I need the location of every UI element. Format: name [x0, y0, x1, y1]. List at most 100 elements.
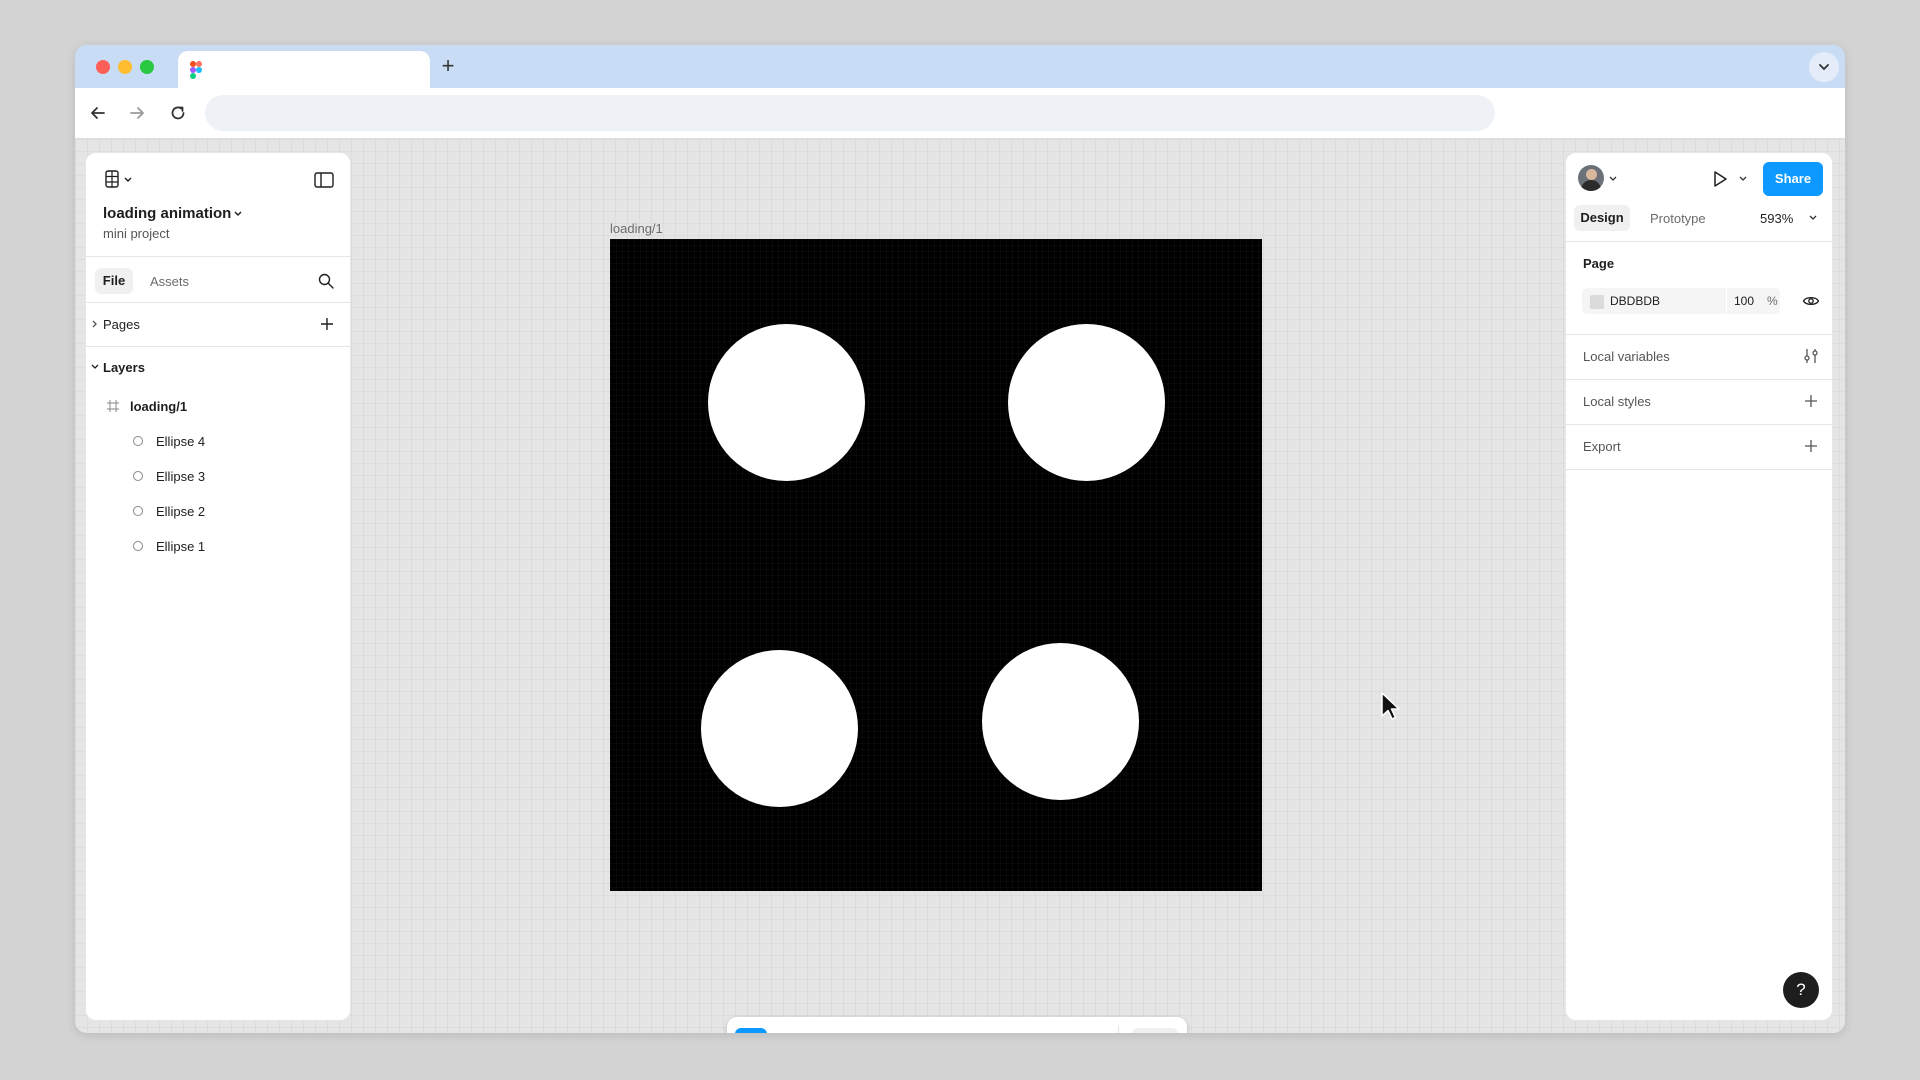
dev-mode-icon — [1132, 1028, 1164, 1033]
minimize-window-button[interactable] — [118, 60, 132, 74]
reload-icon[interactable] — [167, 102, 189, 124]
new-tab-icon[interactable]: + — [437, 55, 459, 77]
project-name[interactable]: mini project — [103, 226, 169, 241]
layer-label: Ellipse 1 — [156, 539, 206, 554]
divider — [1726, 288, 1727, 314]
tab-assets[interactable]: Assets — [150, 274, 189, 289]
ellipse-icon — [133, 506, 143, 516]
ellipse-tool-icon — [858, 1028, 890, 1033]
canvas-frame[interactable] — [610, 239, 1262, 891]
text-tool[interactable] — [983, 1028, 1015, 1033]
actions-tool[interactable] — [1070, 1028, 1102, 1033]
ellipse-icon — [133, 436, 143, 446]
layer-row-frame[interactable]: loading/1 — [86, 391, 350, 421]
tab-prototype[interactable]: Prototype — [1650, 211, 1706, 226]
browser-window: + loading animation mini project File As… — [75, 45, 1845, 1033]
tab-design[interactable]: Design — [1574, 205, 1630, 231]
chevron-down-icon[interactable] — [1608, 175, 1618, 183]
export-label[interactable]: Export — [1583, 439, 1621, 454]
search-icon[interactable] — [318, 273, 334, 289]
layer-row-ellipse-1[interactable]: Ellipse 1 — [86, 531, 350, 561]
right-sidebar: Share Design Prototype 593% Page DBDBDB … — [1566, 153, 1832, 1020]
layer-label: loading/1 — [130, 399, 188, 414]
layer-row-ellipse-4[interactable]: Ellipse 4 — [86, 426, 350, 456]
back-icon[interactable] — [87, 102, 109, 124]
divider — [86, 256, 350, 257]
main-menu-icon[interactable] — [104, 170, 136, 190]
divider — [86, 346, 350, 347]
layer-label: Ellipse 4 — [156, 434, 206, 449]
share-button[interactable]: Share — [1763, 162, 1823, 196]
opacity-unit: % — [1767, 294, 1778, 308]
tab-bar: + — [75, 45, 1845, 88]
move-tool-icon — [735, 1028, 767, 1033]
pen-tool-icon — [920, 1028, 952, 1033]
add-export-icon[interactable] — [1803, 438, 1819, 454]
ellipse-1[interactable] — [982, 643, 1139, 800]
help-button[interactable]: ? — [1783, 972, 1819, 1008]
divider — [1566, 424, 1832, 425]
browser-toolbar — [75, 88, 1845, 139]
add-page-icon[interactable] — [319, 316, 335, 332]
layer-label: Ellipse 3 — [156, 469, 206, 484]
avatar[interactable] — [1578, 165, 1604, 191]
ellipse-tool[interactable] — [858, 1028, 890, 1033]
local-styles-label[interactable]: Local styles — [1583, 394, 1651, 409]
mouse-cursor-icon — [1381, 692, 1400, 720]
variables-icon[interactable] — [1802, 347, 1820, 365]
favicon-icon — [190, 61, 202, 79]
pages-section-label[interactable]: Pages — [103, 317, 140, 332]
text-tool-icon — [983, 1028, 1015, 1033]
divider — [1566, 379, 1832, 380]
figma-app: loading animation mini project File Asse… — [75, 139, 1845, 1033]
frame-tool[interactable] — [797, 1028, 829, 1033]
play-icon[interactable] — [1711, 169, 1729, 189]
layer-row-ellipse-3[interactable]: Ellipse 3 — [86, 461, 350, 491]
comment-tool-icon — [1026, 1028, 1058, 1033]
divider — [1118, 1025, 1119, 1033]
bottom-toolbar — [727, 1017, 1187, 1033]
maximize-window-button[interactable] — [140, 60, 154, 74]
chevron-down-icon[interactable] — [233, 210, 243, 218]
ellipse-3[interactable] — [1008, 324, 1165, 481]
comment-tool[interactable] — [1026, 1028, 1058, 1033]
browser-tab[interactable] — [178, 51, 430, 88]
chevron-down-icon[interactable] — [1808, 214, 1818, 222]
frame-icon — [107, 400, 119, 412]
layers-section-label[interactable]: Layers — [103, 360, 145, 375]
left-sidebar: loading animation mini project File Asse… — [86, 153, 350, 1020]
move-tool[interactable] — [735, 1028, 767, 1033]
frame-title[interactable]: loading/1 — [610, 221, 663, 236]
ellipse-icon — [133, 541, 143, 551]
chevron-right-icon[interactable] — [91, 319, 99, 329]
actions-icon — [1070, 1028, 1102, 1033]
page-color-field[interactable]: DBDBDB 100 % — [1582, 288, 1780, 314]
pen-tool[interactable] — [920, 1028, 952, 1033]
tab-search-button[interactable] — [1809, 52, 1839, 82]
chevron-down-icon — [1819, 64, 1829, 71]
file-name[interactable]: loading animation — [103, 205, 231, 222]
local-variables-label[interactable]: Local variables — [1583, 349, 1670, 364]
forward-icon[interactable] — [126, 102, 148, 124]
divider — [1566, 469, 1832, 470]
eye-icon[interactable] — [1802, 293, 1820, 309]
layer-label: Ellipse 2 — [156, 504, 206, 519]
address-bar[interactable] — [205, 95, 1495, 131]
sidebar-toggle-icon[interactable] — [314, 171, 334, 189]
close-window-button[interactable] — [96, 60, 110, 74]
page-opacity-value[interactable]: 100 — [1734, 294, 1754, 308]
add-style-icon[interactable] — [1803, 393, 1819, 409]
zoom-level[interactable]: 593% — [1760, 211, 1793, 226]
ellipse-4[interactable] — [708, 324, 865, 481]
page-heading: Page — [1583, 256, 1615, 271]
chevron-down-icon[interactable] — [1738, 175, 1748, 183]
divider — [1566, 241, 1832, 242]
page-color-value[interactable]: DBDBDB — [1610, 294, 1660, 308]
color-swatch[interactable] — [1590, 295, 1604, 309]
ellipse-2[interactable] — [701, 650, 858, 807]
tab-file[interactable]: File — [95, 268, 133, 294]
chevron-down-icon[interactable] — [90, 363, 100, 371]
dev-mode-toggle[interactable] — [1132, 1028, 1178, 1033]
layer-row-ellipse-2[interactable]: Ellipse 2 — [86, 496, 350, 526]
divider — [1566, 334, 1832, 335]
